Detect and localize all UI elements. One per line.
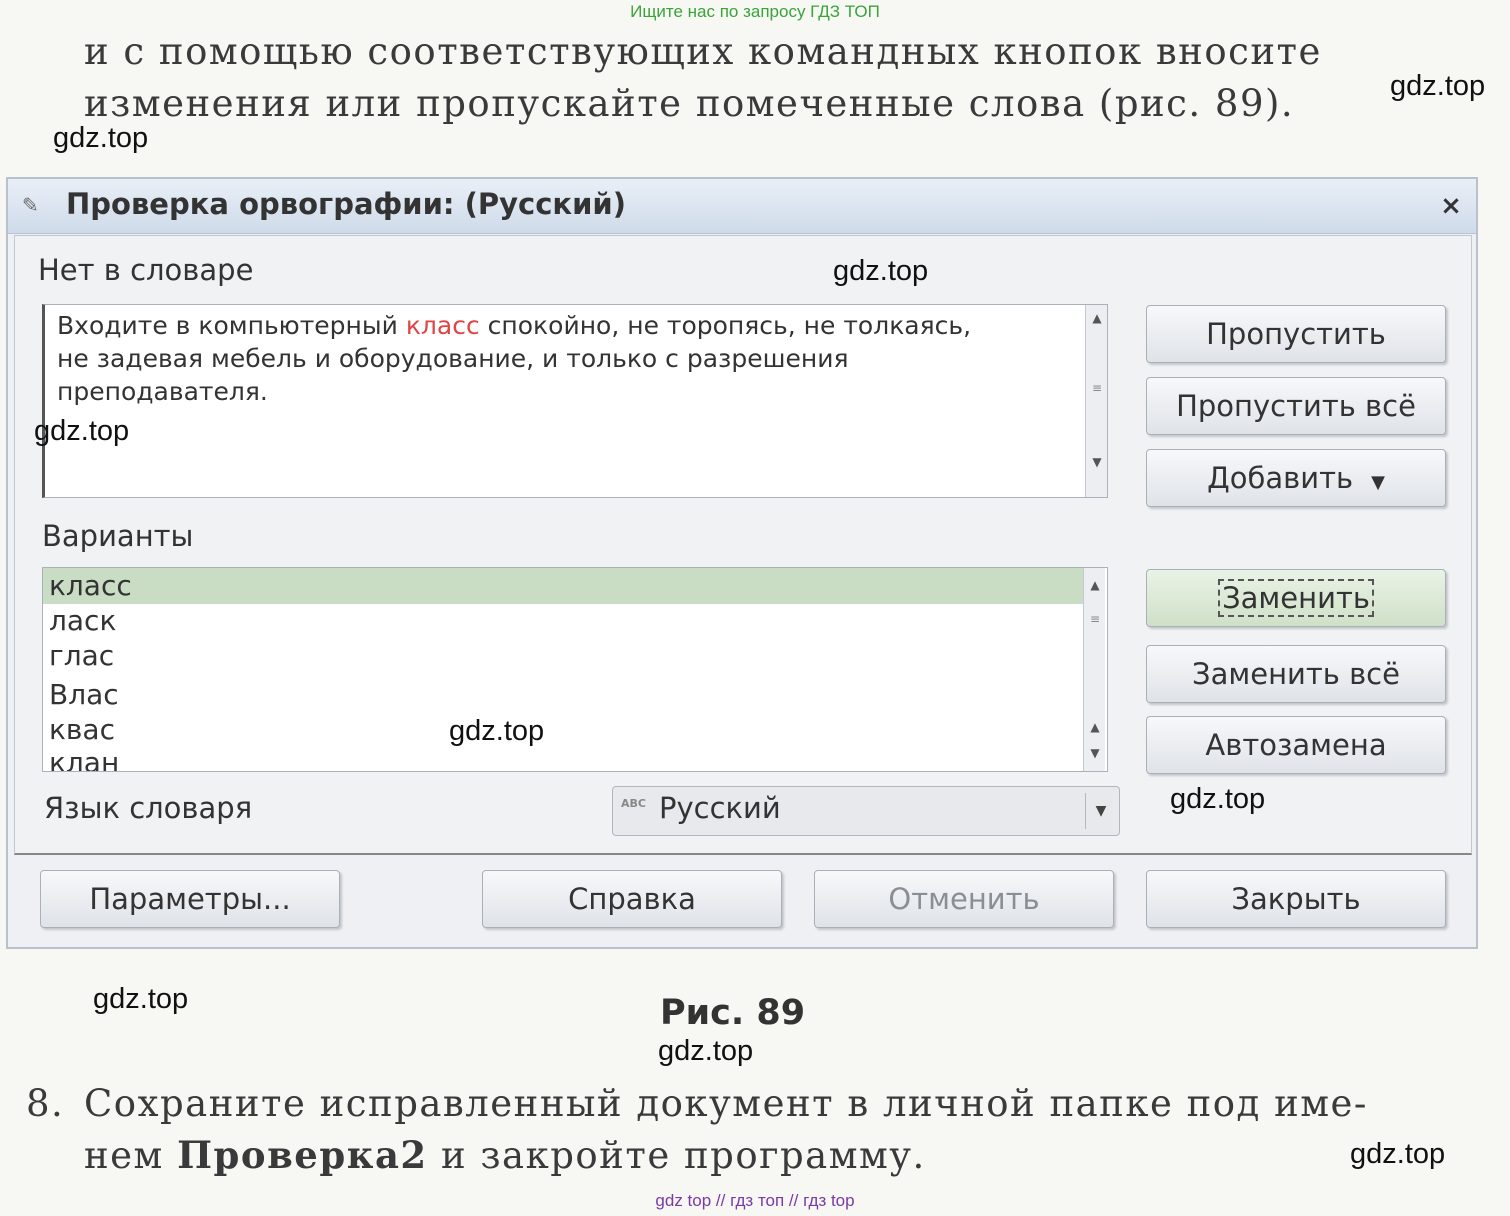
abc-language-icon: ABC [621, 797, 646, 810]
sentence-textbox[interactable]: Входите в компьютерный класс спокойно, н… [42, 304, 1108, 498]
not-in-dictionary-label: Нет в словаре [38, 253, 254, 287]
watermark: gdz.top [658, 1035, 754, 1067]
scroll-grip-icon[interactable]: ≡ [1086, 381, 1108, 395]
watermark: gdz.top [833, 255, 929, 287]
skip-button[interactable]: Пропустить [1146, 305, 1446, 363]
sentence-line-1: Входите в компьютерный класс спокойно, н… [57, 311, 972, 340]
scroll-up-icon[interactable]: ▲ [1084, 574, 1106, 596]
skip-all-button[interactable]: Пропустить всё [1146, 377, 1446, 435]
spellcheck-icon: ✎ [22, 193, 39, 217]
suggestions-label: Варианты [42, 519, 194, 553]
language-select[interactable]: ABC Русский ▼ [612, 786, 1120, 836]
close-button[interactable]: Закрыть [1146, 870, 1446, 928]
chevron-down-icon: ▼ [1371, 472, 1385, 493]
list-item[interactable]: Влас [49, 678, 119, 711]
top-banner: Ищите нас по запросу ГДЗ ТОП [630, 2, 880, 21]
options-button[interactable]: Параметры... [40, 870, 340, 928]
misspelled-word: класс [405, 311, 480, 340]
replace-all-button[interactable]: Заменить всё [1146, 645, 1446, 703]
list-item[interactable]: квас [49, 713, 115, 746]
watermark: gdz.top [1390, 70, 1486, 102]
figure-caption: Рис. 89 [660, 993, 806, 1033]
watermark: gdz.top [34, 415, 130, 447]
scroll-up-icon[interactable]: ▲ [1084, 716, 1106, 738]
watermark: gdz.top [1170, 783, 1266, 815]
close-icon[interactable]: × [1435, 190, 1467, 222]
replace-button-label: Заменить [1218, 579, 1374, 617]
list-item[interactable]: класс [43, 568, 1083, 604]
replace-button[interactable]: Заменить [1146, 569, 1446, 627]
list-item[interactable]: глас [49, 639, 114, 672]
watermark: gdz.top [449, 715, 545, 747]
dialog-titlebar[interactable]: ✎ Проверка орвографии: (Русский) × [8, 179, 1476, 234]
help-button[interactable]: Справка [482, 870, 782, 928]
dropdown-caret-icon[interactable]: ▼ [1085, 793, 1116, 829]
watermark: gdz.top [53, 122, 149, 154]
list-item[interactable]: клан [49, 746, 119, 771]
step-8-number: 8. [26, 1082, 65, 1125]
scroll-down-icon[interactable]: ▼ [1086, 451, 1108, 473]
scroll-down-icon[interactable]: ▼ [1084, 742, 1106, 764]
spellcheck-dialog: ✎ Проверка орвографии: (Русский) × Нет в… [6, 177, 1478, 949]
dialog-title: Проверка орвографии: (Русский) [66, 187, 626, 221]
scroll-up-icon[interactable]: ▲ [1086, 307, 1108, 329]
suggestions-list[interactable]: класс ласк глас Влас квас клан ▲ ≡ ▲ ▼ [42, 567, 1108, 772]
watermark: gdz.top [1350, 1138, 1446, 1170]
suggestions-scrollbar[interactable]: ▲ ≡ ▲ ▼ [1083, 568, 1105, 771]
language-value: Русский [659, 791, 781, 825]
step-8-line-1: Сохраните исправленный документ в личной… [84, 1082, 1368, 1125]
add-button-label: Добавить [1207, 461, 1354, 495]
dictionary-language-label: Язык словаря [44, 791, 253, 825]
step-8-line-2: нем Проверка2 и закройте программу. [84, 1133, 926, 1177]
undo-button[interactable]: Отменить [814, 870, 1114, 928]
bottom-banner: gdz top // гдз топ // гдз top [655, 1191, 855, 1210]
book-text-line-1: и с помощью соответствующих командных кн… [84, 30, 1322, 73]
watermark: gdz.top [93, 983, 189, 1015]
sentence-line-2: не задевая мебель и оборудование, и толь… [57, 344, 849, 373]
list-item[interactable]: ласк [49, 604, 116, 637]
textbox-scrollbar[interactable]: ▲ ≡ ▼ [1085, 305, 1107, 497]
book-text-line-2: изменения или пропускайте помеченные сло… [84, 82, 1295, 125]
scroll-grip-icon[interactable]: ≡ [1084, 612, 1106, 626]
document-name: Проверка2 [177, 1133, 428, 1177]
add-button[interactable]: Добавить ▼ [1146, 449, 1446, 507]
autocorrect-button[interactable]: Автозамена [1146, 716, 1446, 774]
sentence-line-3: преподавателя. [57, 377, 268, 406]
